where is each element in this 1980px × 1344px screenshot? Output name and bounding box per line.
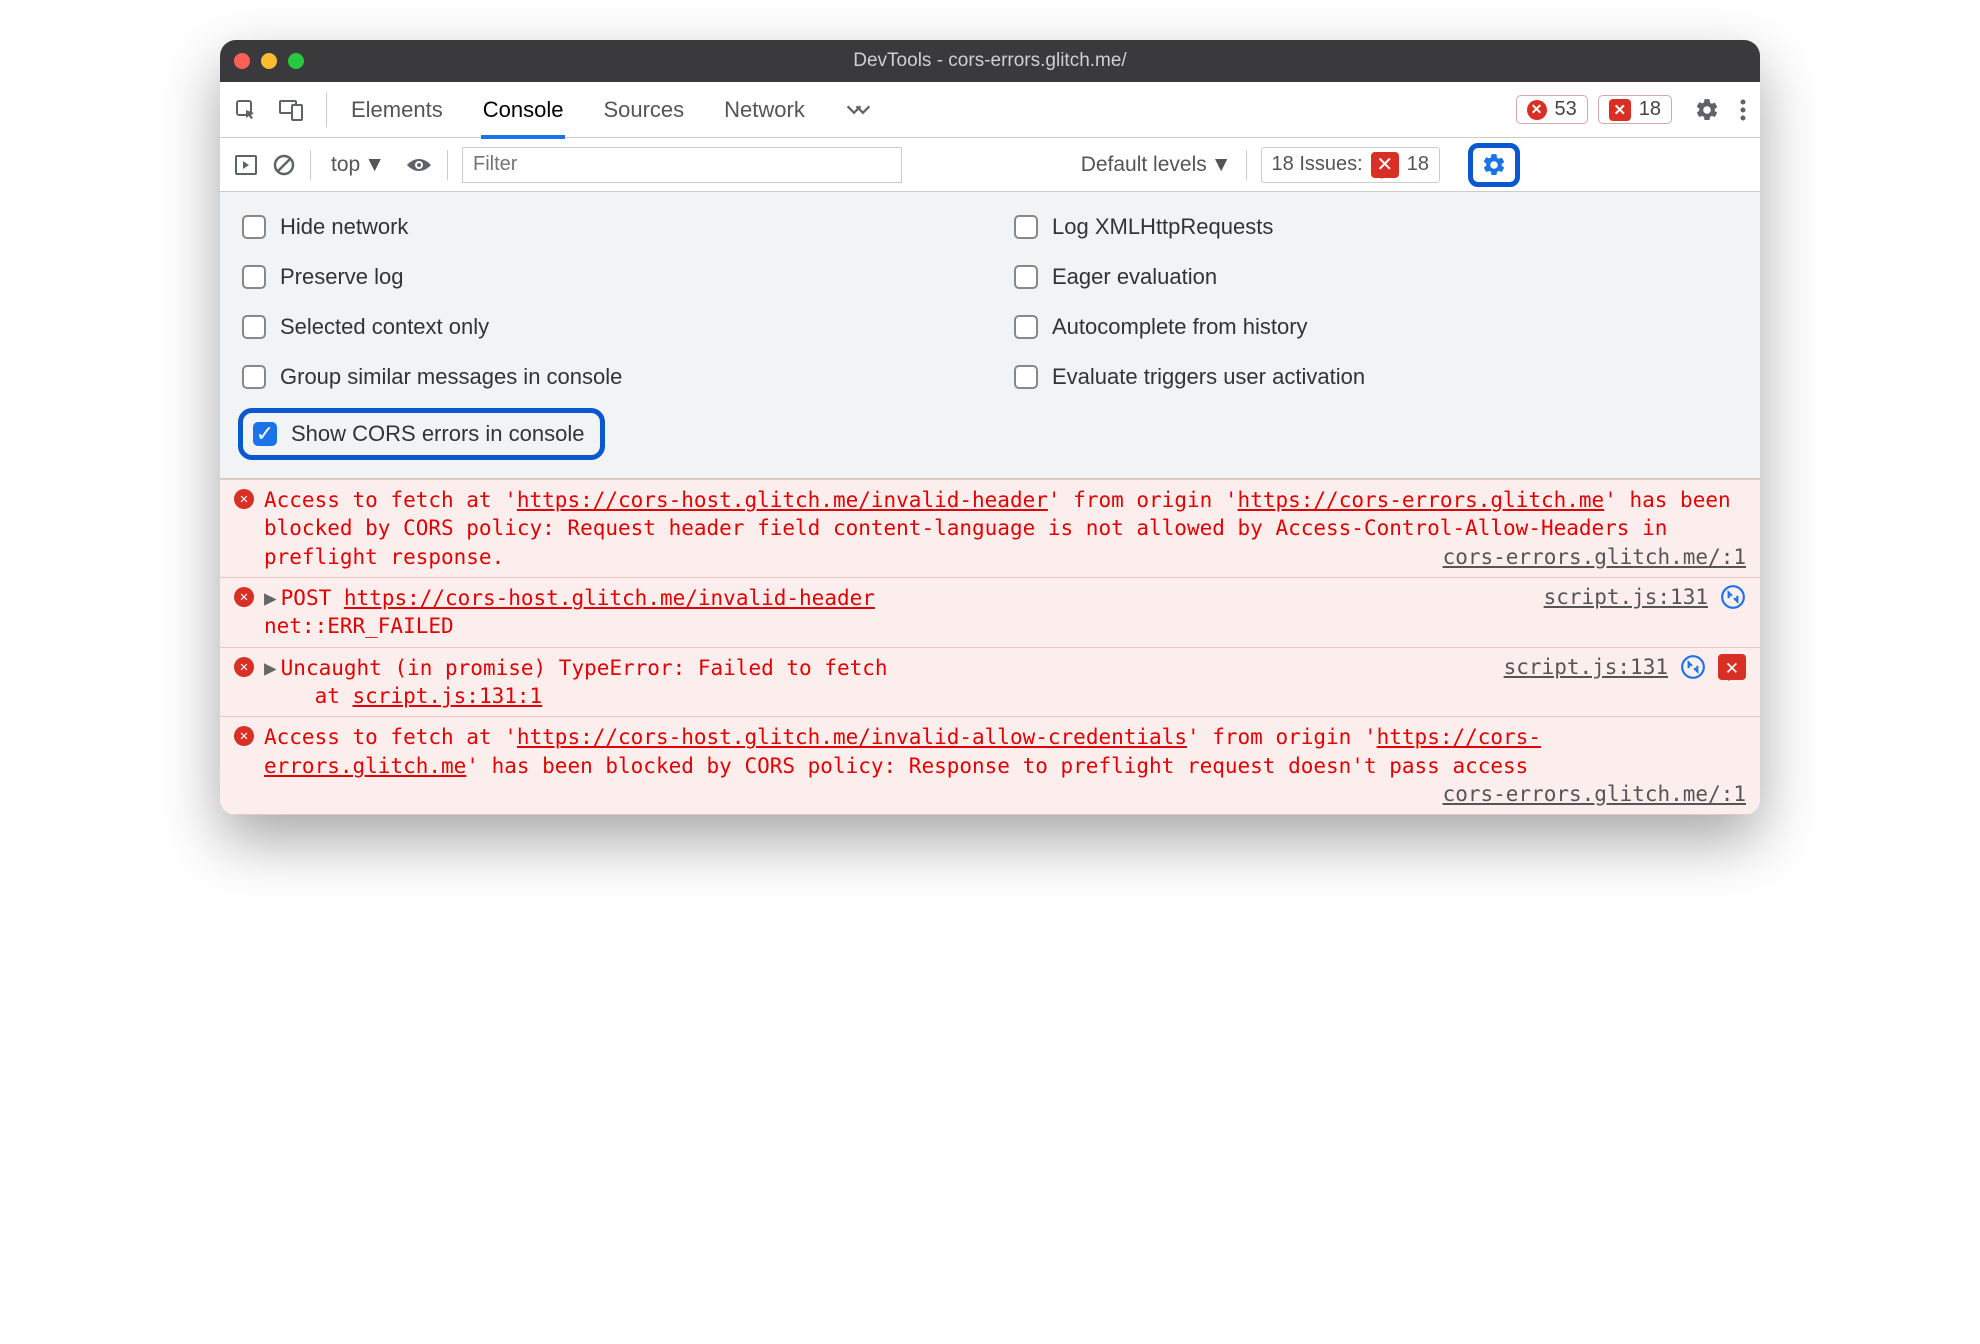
tab-network[interactable]: Network: [722, 85, 807, 135]
traffic-lights: [234, 53, 304, 69]
checkbox-icon: [1014, 365, 1038, 389]
message-text: Access to fetch at 'https://cors-host.gl…: [264, 486, 1746, 571]
issues-label: 18 Issues:: [1272, 153, 1363, 176]
setting-hide-network[interactable]: Hide network: [238, 202, 970, 252]
setting-selected-context[interactable]: Selected context only: [238, 302, 970, 352]
checkbox-icon: [1014, 315, 1038, 339]
console-settings-button[interactable]: [1468, 143, 1520, 187]
setting-label: Eager evaluation: [1052, 264, 1217, 290]
disclosure-triangle-icon[interactable]: ▶: [264, 654, 277, 682]
issues-badge[interactable]: ✕ 18: [1598, 95, 1672, 124]
checkbox-icon: [1014, 265, 1038, 289]
filter-input[interactable]: [462, 147, 902, 183]
message-text: ▶POST https://cors-host.glitch.me/invali…: [264, 584, 1534, 641]
inspect-icon[interactable]: [234, 98, 258, 122]
checkbox-icon: [242, 315, 266, 339]
tab-sources[interactable]: Sources: [601, 85, 686, 135]
context-label: top: [331, 153, 360, 177]
issues-count-inline: 18: [1407, 153, 1429, 176]
issue-chat-icon: ✕: [1371, 152, 1399, 178]
console-error-row[interactable]: ✕ Access to fetch at 'https://cors-host.…: [220, 479, 1760, 578]
zoom-window-button[interactable]: [288, 53, 304, 69]
close-window-button[interactable]: [234, 53, 250, 69]
url-link[interactable]: https://cors-host.glitch.me/invalid-head…: [517, 488, 1048, 512]
setting-preserve-log[interactable]: Preserve log: [238, 252, 970, 302]
dropdown-triangle-icon: ▼: [1211, 153, 1232, 177]
window-title: DevTools - cors-errors.glitch.me/: [220, 50, 1760, 72]
network-fetch-icon[interactable]: [1720, 584, 1746, 610]
live-expression-icon[interactable]: [405, 155, 433, 175]
setting-label: Hide network: [280, 214, 408, 240]
disclosure-triangle-icon[interactable]: ▶: [264, 584, 277, 612]
errors-badge[interactable]: ✕ 53: [1516, 95, 1588, 124]
console-messages: ✕ Access to fetch at 'https://cors-host.…: [220, 479, 1760, 815]
setting-eager-eval[interactable]: Eager evaluation: [1010, 252, 1742, 302]
error-icon: ✕: [1527, 100, 1547, 120]
error-icon: ✕: [234, 489, 254, 509]
clear-console-icon[interactable]: [272, 153, 296, 177]
message-text: ▶Uncaught (in promise) TypeError: Failed…: [264, 654, 1494, 711]
checkbox-icon: [242, 365, 266, 389]
url-link[interactable]: https://cors-host.glitch.me/invalid-allo…: [517, 725, 1187, 749]
source-link[interactable]: cors-errors.glitch.me/:1: [1443, 543, 1746, 571]
setting-label: Evaluate triggers user activation: [1052, 364, 1365, 390]
url-link[interactable]: https://cors-errors.glitch.me: [1238, 488, 1605, 512]
console-error-row[interactable]: ✕ Access to fetch at 'https://cors-host.…: [220, 717, 1760, 815]
setting-group-similar[interactable]: Group similar messages in console: [238, 352, 970, 402]
errors-count: 53: [1555, 98, 1577, 121]
message-text: Access to fetch at 'https://cors-host.gl…: [264, 723, 1746, 808]
dropdown-triangle-icon: ▼: [364, 153, 385, 177]
log-levels-dropdown[interactable]: Default levels ▼: [1081, 153, 1232, 177]
settings-gear-icon[interactable]: [1694, 97, 1720, 123]
setting-label: Show CORS errors in console: [291, 421, 584, 447]
source-link[interactable]: script.js:131: [1544, 585, 1708, 609]
context-selector[interactable]: top ▼: [325, 153, 391, 177]
checkbox-icon: [242, 215, 266, 239]
minimize-window-button[interactable]: [261, 53, 277, 69]
devtools-window: DevTools - cors-errors.glitch.me/ Elemen…: [220, 40, 1760, 815]
tab-elements[interactable]: Elements: [349, 85, 445, 135]
error-icon: ✕: [234, 587, 254, 607]
checkbox-icon: [242, 265, 266, 289]
console-error-row[interactable]: ✕ ▶Uncaught (in promise) TypeError: Fail…: [220, 648, 1760, 718]
setting-user-activation[interactable]: Evaluate triggers user activation: [1010, 352, 1742, 402]
device-toggle-icon[interactable]: [278, 98, 304, 122]
error-icon: ✕: [234, 726, 254, 746]
setting-label: Autocomplete from history: [1052, 314, 1308, 340]
setting-show-cors-errors[interactable]: ✓ Show CORS errors in console: [247, 417, 590, 451]
console-toolbar: top ▼ Default levels ▼ 18 Issues: ✕ 18: [220, 138, 1760, 192]
console-error-row[interactable]: ✕ ▶POST https://cors-host.glitch.me/inva…: [220, 578, 1760, 648]
issue-chat-icon[interactable]: ✕: [1718, 654, 1746, 680]
setting-label: Group similar messages in console: [280, 364, 622, 390]
console-settings-panel: Hide network Preserve log Selected conte…: [220, 192, 1760, 479]
kebab-menu-icon[interactable]: [1740, 98, 1746, 122]
issues-count: 18: [1639, 98, 1661, 121]
network-fetch-icon[interactable]: [1680, 654, 1706, 680]
titlebar: DevTools - cors-errors.glitch.me/: [220, 40, 1760, 82]
checkbox-icon: [1014, 215, 1038, 239]
main-tabbar: Elements Console Sources Network ✕ 53 ✕ …: [220, 82, 1760, 138]
url-link[interactable]: https://cors-host.glitch.me/invalid-head…: [344, 586, 875, 610]
stack-link[interactable]: script.js:131:1: [353, 684, 543, 708]
issues-summary[interactable]: 18 Issues: ✕ 18: [1261, 147, 1440, 183]
more-tabs-icon[interactable]: [843, 99, 873, 121]
source-link[interactable]: cors-errors.glitch.me/:1: [1443, 780, 1746, 808]
setting-log-xhr[interactable]: Log XMLHttpRequests: [1010, 202, 1742, 252]
setting-label: Log XMLHttpRequests: [1052, 214, 1273, 240]
setting-label: Preserve log: [280, 264, 404, 290]
source-link[interactable]: script.js:131: [1504, 655, 1668, 679]
error-icon: ✕: [234, 657, 254, 677]
checkbox-checked-icon: ✓: [253, 422, 277, 446]
setting-autocomplete-history[interactable]: Autocomplete from history: [1010, 302, 1742, 352]
levels-label: Default levels: [1081, 153, 1207, 177]
setting-label: Selected context only: [280, 314, 489, 340]
tab-console[interactable]: Console: [481, 85, 566, 139]
sidebar-toggle-icon[interactable]: [234, 154, 258, 176]
issue-icon: ✕: [1609, 99, 1631, 121]
